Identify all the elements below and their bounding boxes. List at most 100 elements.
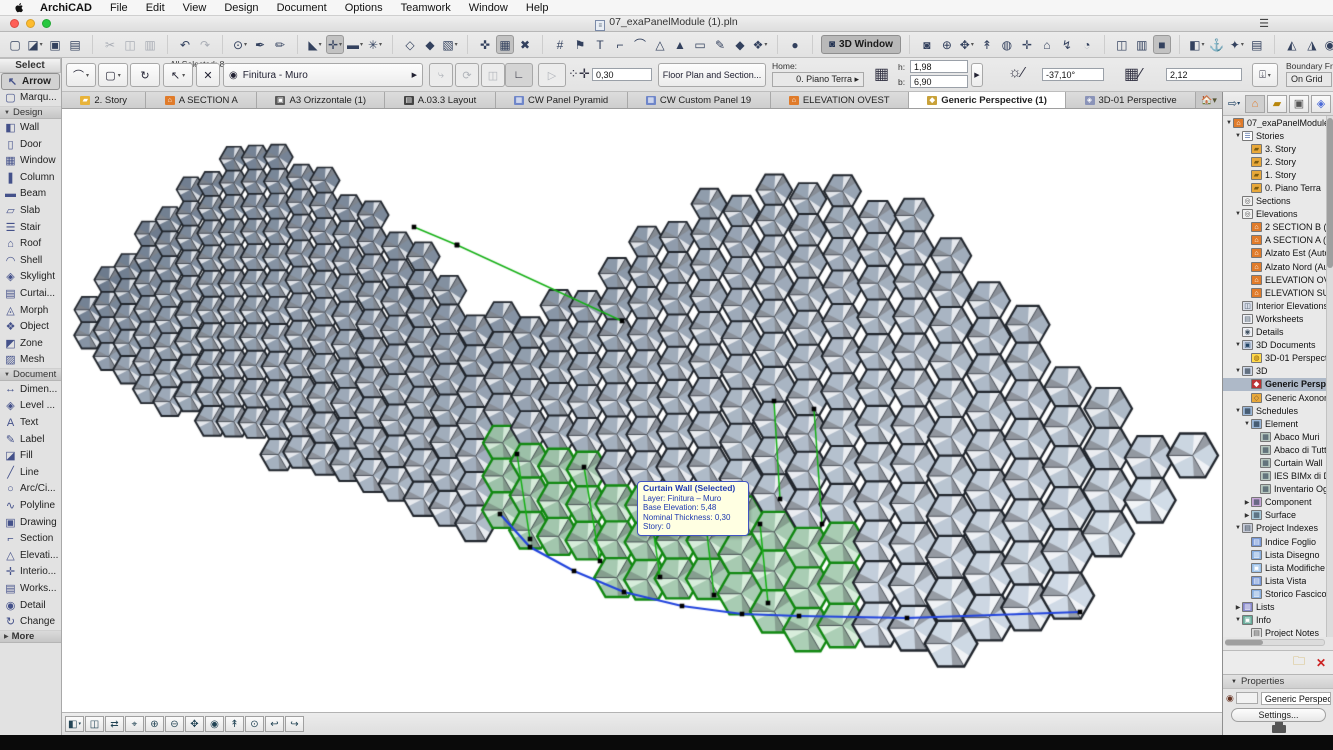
copy-view-button[interactable]: ◫ [1113, 35, 1131, 54]
dark-cube-button[interactable]: ■ [1153, 35, 1171, 54]
tool-morph[interactable]: ◬Morph [0, 302, 61, 319]
view-map-tab[interactable]: ▰ [1267, 95, 1287, 113]
snap-guides-dropdown[interactable]: ▾ [339, 41, 342, 48]
menu-teamwork[interactable]: Teamwork [392, 2, 460, 14]
tab-elevation-ovest[interactable]: ⌂ELEVATION OVEST [771, 92, 909, 108]
tool-label[interactable]: ✎Label [0, 431, 61, 448]
redo-button[interactable]: ↷ [196, 35, 214, 54]
expander-icon[interactable]: ▶ [1234, 604, 1242, 611]
tool-mesh[interactable]: ▨Mesh [0, 352, 61, 369]
undo-button[interactable]: ↶ [176, 35, 194, 54]
text-column-button[interactable]: T [591, 35, 609, 54]
tree-item-lists[interactable]: ▶▥Lists [1223, 600, 1327, 613]
snap-grid-button[interactable]: ✳▾ [366, 35, 384, 54]
run-walkthrough-button[interactable]: ↯ [1058, 35, 1076, 54]
tree-item-3d-documents[interactable]: ▼▣3D Documents [1223, 339, 1327, 352]
printer-row[interactable] [1223, 724, 1333, 735]
flask-teal-button[interactable]: ◭ [1283, 35, 1301, 54]
zoom-percent-button[interactable]: ⌖ [125, 716, 144, 732]
tool-change[interactable]: ↻Change [0, 613, 61, 630]
model-view-options-button[interactable]: ◧▾ [65, 716, 84, 732]
layer-combo[interactable]: ◉ Finitura - Muro ▶ [223, 63, 423, 87]
b-input[interactable] [910, 75, 968, 88]
tool-door[interactable]: ▯Door [0, 136, 61, 153]
shield-check-button[interactable]: ◆ [731, 35, 749, 54]
frame-tool-button[interactable]: ▭ [691, 35, 709, 54]
rebuild-refresh-button[interactable]: ⇄ [105, 716, 124, 732]
anchor-tool-button[interactable]: ⚓ [1208, 35, 1226, 54]
zoom-out-button[interactable]: ⊖ [165, 716, 184, 732]
walk-mode-dropdown[interactable]: ▾ [971, 41, 974, 48]
project-map-tab[interactable]: ⌂ [1245, 95, 1265, 113]
tree-item-worksheets[interactable]: ▤Worksheets [1223, 312, 1327, 325]
delete-button[interactable]: ✕ [1312, 655, 1330, 671]
roof-accessory-button[interactable]: △ [651, 35, 669, 54]
tab-overflow-button[interactable]: 🏠▾ [1196, 92, 1222, 108]
navigator-scrollbar[interactable] [1326, 116, 1333, 637]
projector-view-button[interactable]: ◙ [918, 35, 936, 54]
tab-cw-panel-pyramid[interactable]: ▦CW Panel Pyramid [496, 92, 628, 108]
print-button[interactable]: ▤ [66, 35, 84, 54]
annotate-brush-button[interactable]: ✎ [711, 35, 729, 54]
toolbox-design-header[interactable]: ▼Design [0, 106, 61, 119]
tree-item-3d[interactable]: ▼▦3D [1223, 365, 1327, 378]
tab-a-section-a[interactable]: ⌂A SECTION A [146, 92, 257, 108]
minimize-window-button[interactable] [26, 19, 35, 28]
cube-options-dropdown[interactable]: ▾ [1202, 41, 1205, 48]
tree-item-abaco-di-tutte[interactable]: ▦Abaco di Tutte [1223, 443, 1327, 456]
tab-generic-perspective-1-[interactable]: ◆Generic Perspective (1) [909, 92, 1066, 108]
tool-line[interactable]: ╱Line [0, 464, 61, 481]
menu-design[interactable]: Design [215, 2, 267, 14]
menu-window[interactable]: Window [460, 2, 517, 14]
open-file-dropdown[interactable]: ▾ [40, 41, 43, 48]
tree-item-2-story[interactable]: ▰2. Story [1223, 155, 1327, 168]
expander-icon[interactable]: ▼ [1234, 525, 1242, 531]
zoom-in-button[interactable]: ⊕ [145, 716, 164, 732]
tool-elevati-[interactable]: △Elevati... [0, 547, 61, 564]
pages-tool-button[interactable]: ▤ [1248, 35, 1266, 54]
tree-item-ies-bimx-di-def-[interactable]: ▦IES BIMx di Def. [1223, 470, 1327, 483]
open-file-button[interactable]: ◪▾ [26, 35, 44, 54]
tool-fill[interactable]: ◪Fill [0, 447, 61, 464]
tree-item-3-story[interactable]: ▰3. Story [1223, 142, 1327, 155]
tool-stair[interactable]: ☰Stair [0, 219, 61, 236]
settings-wheel-button[interactable]: ❖▾ [751, 35, 769, 54]
tool-skylight[interactable]: ◈Skylight [0, 269, 61, 286]
tree-item-generic-axonomet[interactable]: ◇Generic Axonomet [1223, 391, 1327, 404]
menu-file[interactable]: File [101, 2, 137, 14]
globe-view-button[interactable]: ◍ [998, 35, 1016, 54]
expander-icon[interactable]: ▼ [1234, 408, 1242, 414]
tree-item-3d-01-perspectiv[interactable]: ◍3D-01 Perspectiv [1223, 352, 1327, 365]
angle-snap-button[interactable]: ∟ [505, 63, 533, 87]
tree-item-alzato-nord-auto-[interactable]: ⌂Alzato Nord (Auto- [1223, 260, 1327, 273]
offset-input[interactable] [592, 68, 652, 81]
section-pointer-button[interactable]: ⍗▾ [1252, 63, 1278, 87]
orbit-button[interactable]: ◉ [205, 716, 224, 732]
tool-marqu-[interactable]: ▢Marqu... [0, 90, 61, 107]
guide-lines-button[interactable]: ◣▾ [306, 35, 324, 54]
tool-text[interactable]: AText [0, 414, 61, 431]
expander-icon[interactable]: ▼ [1225, 120, 1233, 126]
publisher-tab[interactable]: ◈ [1311, 95, 1331, 113]
joystick-button[interactable]: ✛ [1018, 35, 1036, 54]
previous-zoom-button[interactable]: ↩ [265, 716, 284, 732]
marquee-lasso-button[interactable]: ⌒▾ [66, 63, 96, 87]
tool-drawing[interactable]: ▣Drawing [0, 514, 61, 531]
toolbox-document-header[interactable]: ▼Document [0, 368, 61, 381]
layer-settings-button[interactable]: ▧▾ [441, 35, 459, 54]
tab-3d-01-perspective[interactable]: ◈3D-01 Perspective [1066, 92, 1196, 108]
tree-item-lista-vista[interactable]: ▤Lista Vista [1223, 574, 1327, 587]
tree-item-abaco-muri[interactable]: ▦Abaco Muri [1223, 430, 1327, 443]
current-view-field[interactable]: Generic Perspective [1261, 692, 1331, 705]
expander-icon[interactable]: ▼ [1234, 617, 1242, 623]
tool-zone[interactable]: ◩Zone [0, 335, 61, 352]
tool-works-[interactable]: ▤Works... [0, 580, 61, 597]
walk-mode-button[interactable]: ✥▾ [958, 35, 976, 54]
tree-item-info[interactable]: ▼▣Info [1223, 614, 1327, 627]
rotate-button[interactable]: ⟳ [455, 63, 479, 87]
zoom-window-button[interactable] [42, 19, 51, 28]
inject-parameters-button[interactable]: ✏ [271, 35, 289, 54]
tool-shell[interactable]: ◠Shell [0, 252, 61, 269]
copy-button[interactable]: ◫ [121, 35, 139, 54]
marquee-rect-button[interactable]: ▢▾ [98, 63, 128, 87]
